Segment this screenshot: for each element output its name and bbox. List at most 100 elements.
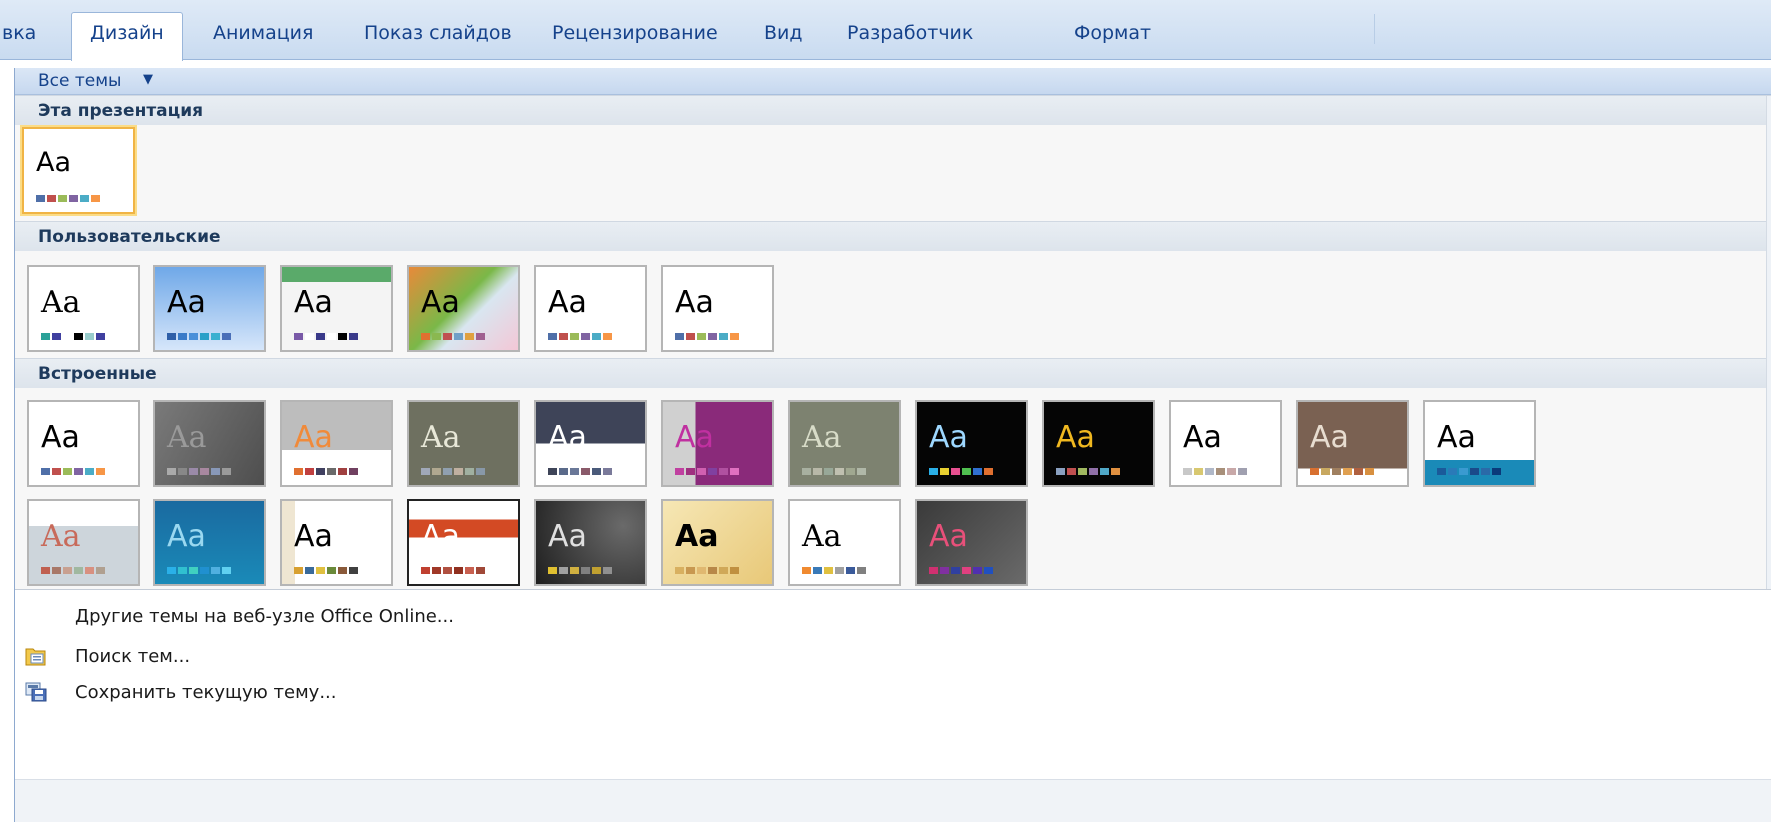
themes-gallery: Все темы ▼ Эта презентация Aa Пользовате… [14, 68, 1771, 822]
theme-builtin-19[interactable]: Aa [788, 499, 901, 586]
theme-preview-text: Aa [675, 285, 714, 320]
theme-color-swatches [421, 567, 485, 574]
theme-color-swatches [675, 567, 739, 574]
theme-builtin-10[interactable]: Aa [1169, 400, 1282, 487]
gallery-scrollbar[interactable]: ▲ ▼ [1766, 96, 1771, 656]
theme-color-swatches [548, 468, 612, 475]
section-title-this-presentation: Эта презентация [38, 101, 204, 121]
theme-color-swatches [675, 333, 739, 340]
section-this-presentation: Эта презентация [15, 95, 1771, 125]
theme-builtin-15[interactable]: Aa [280, 499, 393, 586]
section-title-builtin: Встроенные [38, 364, 157, 384]
theme-builtin-18[interactable]: Aa [661, 499, 774, 586]
theme-color-swatches [294, 333, 358, 340]
theme-color-swatches [1310, 468, 1374, 475]
theme-preview-text: Aa [167, 519, 206, 554]
gallery-filter[interactable]: Все темы ▼ [15, 68, 1771, 95]
tab-format[interactable]: Формат [1074, 22, 1151, 44]
theme-preview-text: Aa [294, 519, 333, 554]
theme-preview-text: Aa [548, 285, 587, 320]
theme-current[interactable]: Aa [22, 127, 135, 214]
theme-color-swatches [548, 333, 612, 340]
theme-preview-text: Aa [41, 519, 81, 554]
theme-builtin-6[interactable]: Aa [661, 400, 774, 487]
theme-preview-text: Aa [421, 519, 460, 554]
theme-builtin-7[interactable]: Aa [788, 400, 901, 487]
theme-preview-text: Aa [41, 285, 81, 320]
theme-preview-text: Aa [41, 420, 80, 455]
theme-builtin-5[interactable]: Aa [534, 400, 647, 487]
theme-preview-text: Aa [929, 519, 968, 554]
theme-preview-text: Aa [548, 519, 587, 554]
folder-browse-icon [24, 645, 48, 667]
theme-preview-text: Aa [421, 285, 460, 320]
theme-preview-text: Aa [1310, 420, 1349, 455]
theme-preview-text: Aa [675, 420, 714, 455]
theme-color-swatches [929, 468, 993, 475]
theme-color-swatches [548, 567, 612, 574]
section-builtin: Встроенные [15, 358, 1771, 388]
theme-custom-2[interactable]: Aa [153, 265, 266, 352]
theme-color-swatches [929, 567, 993, 574]
theme-preview-text: Aa [167, 285, 206, 320]
theme-color-swatches [41, 333, 105, 340]
theme-preview-text: Aa [294, 285, 333, 320]
theme-preview-text: Aa [802, 519, 842, 554]
theme-builtin-8[interactable]: Aa [915, 400, 1028, 487]
menu-item-browse-themes[interactable]: Поиск тем... [75, 646, 190, 667]
tab-slideshow[interactable]: Показ слайдов [364, 22, 512, 44]
theme-preview-text: Aa [675, 519, 719, 554]
theme-builtin-20[interactable]: Aa [915, 499, 1028, 586]
theme-color-swatches [167, 468, 231, 475]
theme-color-swatches [1056, 468, 1120, 475]
theme-builtin-17[interactable]: Aa [534, 499, 647, 586]
menu-item-save-theme[interactable]: Сохранить текущую тему... [75, 682, 337, 703]
theme-builtin-9[interactable]: Aa [1042, 400, 1155, 487]
all-themes-label[interactable]: Все темы [38, 71, 121, 91]
tab-animation[interactable]: Анимация [213, 22, 313, 44]
theme-color-swatches [167, 567, 231, 574]
theme-builtin-12[interactable]: Aa [1423, 400, 1536, 487]
menu-item-online-themes[interactable]: Другие темы на веб-узле Office Online... [75, 606, 454, 627]
theme-preview-text: Aa [929, 420, 968, 455]
theme-builtin-3[interactable]: Aa [280, 400, 393, 487]
tab-view[interactable]: Вид [764, 22, 803, 44]
theme-color-swatches [802, 468, 866, 475]
ribbon-tab-bar: вка Дизайн Анимация Показ слайдов Реценз… [0, 0, 1771, 61]
theme-custom-4[interactable]: Aa [407, 265, 520, 352]
gallery-resize-bar[interactable] [15, 779, 1771, 822]
theme-color-swatches [1437, 468, 1501, 475]
theme-custom-6[interactable]: Aa [661, 265, 774, 352]
theme-builtin-13[interactable]: Aa [27, 499, 140, 586]
section-custom: Пользовательские [15, 221, 1771, 251]
theme-preview-text: Aa [1437, 420, 1476, 455]
theme-color-swatches [675, 468, 739, 475]
theme-custom-3[interactable]: Aa [280, 265, 393, 352]
theme-builtin-14[interactable]: Aa [153, 499, 266, 586]
theme-preview-text: Aa [421, 420, 461, 455]
theme-color-swatches [41, 567, 105, 574]
tab-insert[interactable]: вка [2, 22, 36, 44]
theme-color-swatches [421, 468, 485, 475]
tab-review[interactable]: Рецензирование [552, 22, 718, 44]
theme-preview-text: Aa [802, 420, 842, 455]
theme-preview-text: Aa [167, 420, 207, 455]
theme-color-swatches [41, 468, 105, 475]
theme-color-swatches [421, 333, 485, 340]
theme-color-swatches [294, 468, 358, 475]
theme-custom-1[interactable]: Aa [27, 265, 140, 352]
theme-builtin-11[interactable]: Aa [1296, 400, 1409, 487]
theme-color-swatches [36, 195, 100, 202]
theme-builtin-4[interactable]: Aa [407, 400, 520, 487]
dropdown-arrow-icon[interactable]: ▼ [143, 72, 153, 87]
tab-separator [1374, 14, 1375, 44]
theme-preview-text: Aa [294, 420, 333, 455]
theme-builtin-16[interactable]: Aa [407, 499, 520, 586]
theme-builtin-1[interactable]: Aa [27, 400, 140, 487]
theme-color-swatches [802, 567, 866, 574]
tab-developer[interactable]: Разработчик [847, 22, 973, 44]
tab-design[interactable]: Дизайн [71, 12, 183, 61]
theme-custom-5[interactable]: Aa [534, 265, 647, 352]
theme-preview-text: Aa [1183, 420, 1222, 455]
theme-builtin-2[interactable]: Aa [153, 400, 266, 487]
